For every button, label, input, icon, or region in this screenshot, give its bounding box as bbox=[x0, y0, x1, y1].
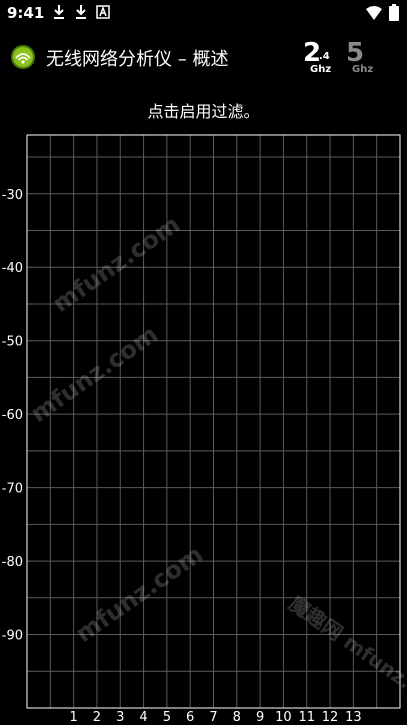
x-tick-label: 2 bbox=[93, 710, 101, 725]
y-tick-label: -30 bbox=[2, 188, 23, 203]
x-tick-label: 10 bbox=[275, 710, 292, 725]
x-tick-label: 3 bbox=[116, 710, 124, 725]
x-tick-label: 9 bbox=[256, 710, 264, 725]
x-tick-label: 5 bbox=[163, 710, 171, 725]
y-tick-label: -40 bbox=[2, 261, 23, 276]
x-tick-label: 1 bbox=[69, 710, 77, 725]
chart-ticks: -30-40-50-60-70-80-901 2 3 4 5 6 7 8 9 10 11 12 13 bbox=[2, 188, 362, 725]
x-tick-label: 4 bbox=[139, 710, 147, 725]
x-tick-label: 8 bbox=[233, 710, 241, 725]
x-tick-label: 7 bbox=[209, 710, 217, 725]
y-tick-label: -90 bbox=[2, 629, 23, 644]
y-tick-label: -80 bbox=[2, 555, 23, 570]
y-tick-label: -70 bbox=[2, 482, 23, 497]
x-tick-label: 13 bbox=[345, 710, 362, 725]
x-tick-label: 11 bbox=[298, 710, 315, 725]
y-tick-label: -60 bbox=[2, 408, 23, 423]
signal-strength-chart[interactable]: -30-40-50-60-70-80-901 2 3 4 5 6 7 8 9 10 11 12 13 bbox=[0, 0, 407, 725]
y-tick-label: -50 bbox=[2, 335, 23, 350]
x-tick-label: 12 bbox=[322, 710, 339, 725]
x-tick-label: 6 bbox=[186, 710, 194, 725]
